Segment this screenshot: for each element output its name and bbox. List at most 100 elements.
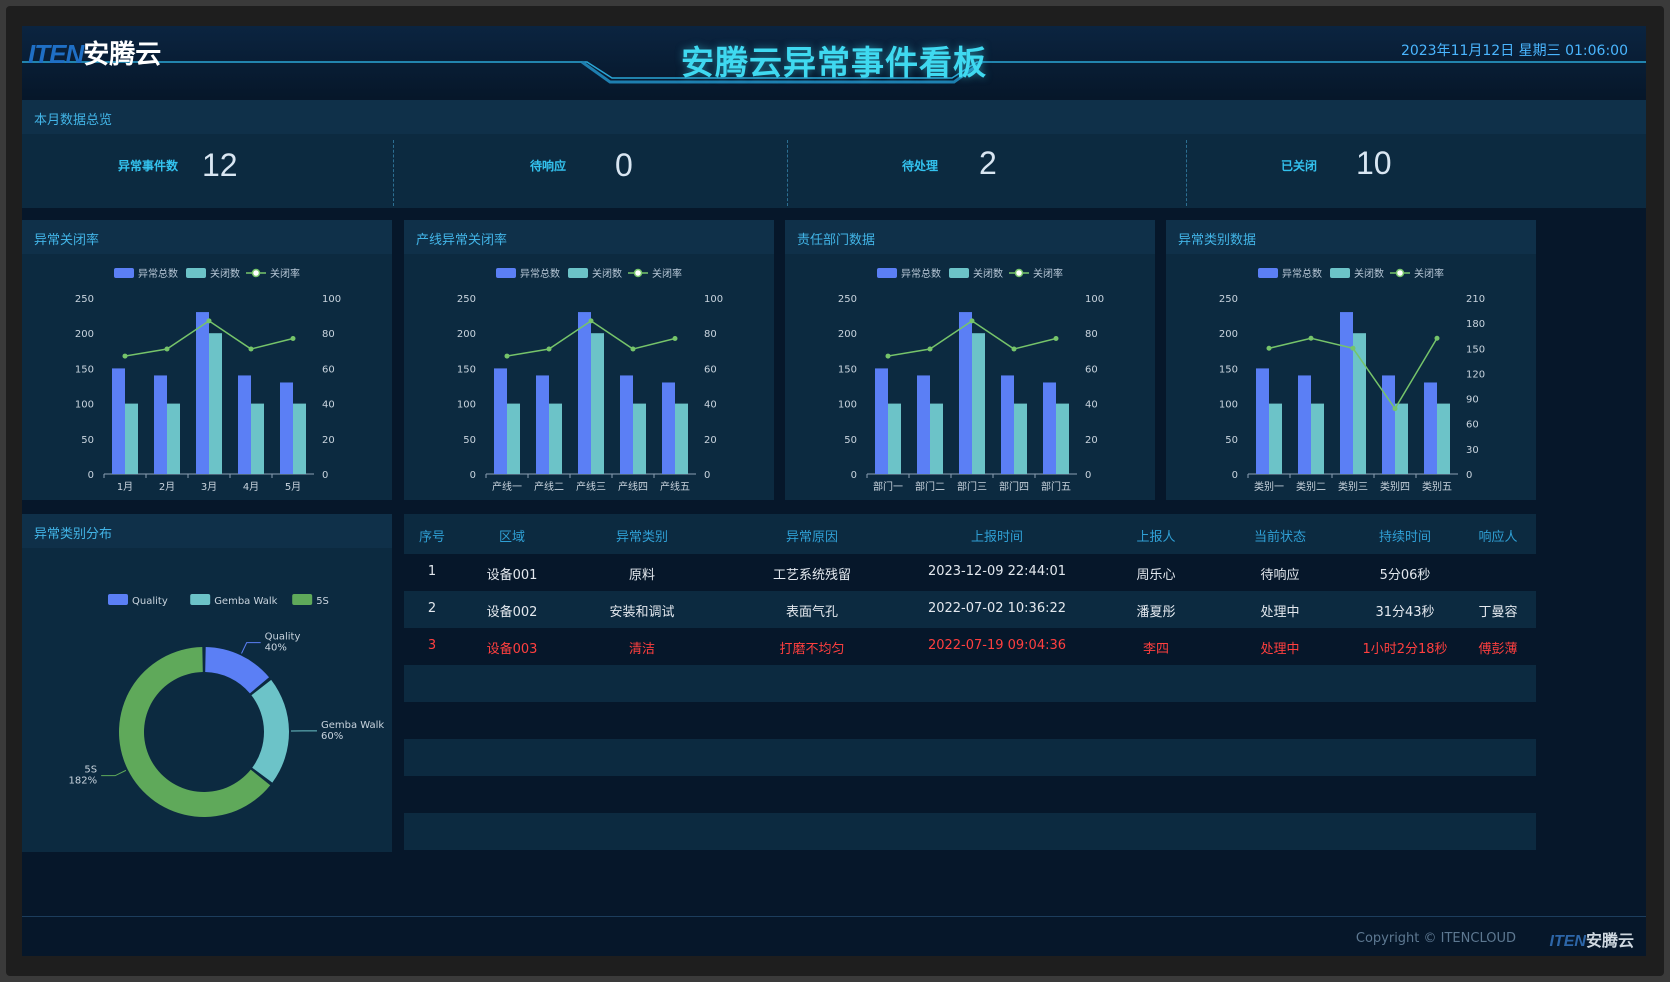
rate-point	[248, 346, 254, 352]
legend-label-total: 异常总数	[520, 267, 560, 280]
y-axis-left-tick: 0	[851, 470, 857, 481]
y-axis-left-tick: 150	[75, 364, 94, 375]
footer-logo-mark: ITEN	[1549, 933, 1586, 950]
table-cell: 原料	[628, 568, 655, 583]
table-header: 序号 区域 异常类别 异常原因 上报时间 上报人 当前状态 持续时间 响应人	[404, 514, 1536, 554]
table-row-empty	[404, 739, 1536, 776]
donut-slice-name: 5S	[84, 765, 97, 776]
legend-swatch-closed	[1330, 268, 1350, 278]
x-axis-label: 2月	[159, 481, 175, 493]
kpi-value-pending-process: 2	[979, 145, 997, 181]
y-axis-left-tick: 250	[457, 294, 476, 305]
x-axis-label: 4月	[243, 481, 259, 493]
rate-point	[504, 353, 510, 359]
kpi-label-pending-response: 待响应	[530, 159, 567, 173]
donut-slice-name: Gemba Walk	[321, 720, 384, 731]
bar-closed	[633, 403, 646, 474]
bar-closed	[167, 403, 180, 474]
footer: Copyright © ITENCLOUD ITEN安腾云	[22, 916, 1646, 956]
x-axis-label: 部门一	[873, 480, 903, 493]
chart-panel-closure-rate: 异常关闭率 异常总数 关闭数 关闭率 0 50 100 150 200 250 0 20 40 60 80…	[22, 220, 392, 500]
legend-swatch	[292, 594, 313, 605]
table-cell: 设备002	[486, 605, 538, 620]
table-row[interactable]: 2 设备002 安装和调试 表面气孔 2022-07-02 10:36:22 潘夏彤 处理中…	[404, 591, 1536, 628]
chart-title: 异常类别分布	[34, 527, 113, 542]
donut-slice	[205, 647, 270, 694]
y-axis-right-tick: 100	[1085, 294, 1104, 305]
chart-legend: 异常总数 关闭数 关闭率	[1258, 267, 1444, 280]
y-axis-left-tick: 200	[838, 329, 857, 340]
bar-closed	[293, 403, 306, 474]
rate-point	[927, 346, 933, 352]
y-axis-right-tick: 100	[704, 294, 723, 305]
bar-total	[112, 368, 125, 474]
y-axis-right-tick: 60	[1466, 420, 1479, 431]
rate-point	[546, 346, 552, 352]
legend-marker-rate	[633, 268, 643, 278]
y-axis-left-tick: 50	[844, 435, 857, 446]
kpi-value-pending-response: 0	[615, 147, 633, 183]
x-axis-label: 类别四	[1380, 480, 1410, 493]
bar-total	[578, 312, 591, 474]
rate-point	[672, 335, 678, 341]
y-axis-left-tick: 100	[1219, 400, 1238, 411]
rate-point	[1011, 346, 1017, 352]
legend-marker-rate	[251, 268, 261, 278]
chart-panel-header: 责任部门数据	[785, 220, 1155, 254]
top-bar: ITEN安腾云 安腾云异常事件看板 2023年11月12日 星期三 01:06:…	[22, 26, 1646, 98]
y-axis-right-tick: 180	[1466, 319, 1485, 330]
rate-point	[1308, 335, 1314, 341]
table-cell: 丁曼容	[1478, 605, 1518, 620]
bar-closed	[507, 403, 520, 474]
bar-closed	[1311, 403, 1324, 474]
x-axis-label: 类别二	[1296, 480, 1326, 493]
legend-label-total: 异常总数	[1282, 267, 1322, 280]
x-axis-label: 3月	[201, 481, 217, 493]
table-cell: 表面气孔	[785, 605, 838, 620]
legend-swatch-total	[496, 268, 516, 278]
legend-marker-rate	[1395, 268, 1405, 278]
table-cell: 5分06秒	[1379, 568, 1431, 583]
y-axis-right-tick: 0	[1466, 470, 1472, 481]
bar-closed	[972, 333, 985, 474]
overview-panel: 本月数据总览 异常事件数 12 待响应 0 待处理 2 已关闭 10	[22, 100, 1646, 208]
legend-swatch-total	[1258, 268, 1278, 278]
bar-total	[1424, 382, 1437, 474]
legend-label-rate: 关闭率	[1414, 267, 1444, 280]
bar-closed	[125, 403, 138, 474]
bar-closed	[930, 403, 943, 474]
overview-panel-header: 本月数据总览	[22, 100, 1646, 134]
chart-panel-department: 责任部门数据 异常总数 关闭数 关闭率 0 50 100 150 200 250 0 20 40 60 8…	[785, 220, 1155, 500]
legend-swatch	[108, 594, 128, 605]
x-axis-label: 1月	[117, 481, 133, 493]
closure-rate-chart: 异常总数 关闭数 关闭率 0 50 100 150 200 250 0 20 40 60 80 100 1月 2…	[75, 267, 341, 493]
legend-label-rate: 关闭率	[270, 267, 300, 280]
event-table: 序号 区域 异常类别 异常原因 上报时间 上报人 当前状态 持续时间 响应人 1 设备001 原料工…	[404, 514, 1536, 852]
legend-label-rate: 关闭率	[1033, 267, 1063, 280]
y-axis-right-tick: 60	[704, 364, 717, 375]
bar-total	[154, 375, 167, 474]
table-cell: 处理中	[1260, 605, 1300, 620]
table-cell: 清洁	[628, 642, 655, 657]
legend-label: Quality	[132, 596, 168, 607]
y-axis-left-tick: 250	[1219, 294, 1238, 305]
chart-legend: 异常总数 关闭数 关闭率	[877, 267, 1063, 280]
table-cell: 2022-07-19 09:04:36	[927, 638, 1067, 653]
table-header-cell: 异常原因	[785, 530, 838, 545]
rate-point	[206, 318, 212, 324]
table-row[interactable]: 1 设备001 原料 工艺系统残留 2023-12-09 22:44:01 周乐心 待响应 5…	[404, 554, 1536, 591]
kpi-label-pending-process: 待处理	[902, 159, 939, 173]
chart-panel-header: 异常类别分布	[22, 514, 392, 548]
legend-label-rate: 关闭率	[652, 267, 682, 280]
legend-label-closed: 关闭数	[1354, 267, 1384, 280]
y-axis-right-tick: 60	[1085, 364, 1098, 375]
table-header-cell: 上报人	[1136, 530, 1176, 545]
y-axis-right-tick: 20	[704, 435, 717, 446]
table-cell: 打磨不均匀	[779, 642, 845, 657]
legend-label-total: 异常总数	[901, 267, 941, 280]
chart-legend: 异常总数 关闭数 关闭率	[114, 267, 300, 280]
bar-total	[494, 368, 507, 474]
table-row-empty	[404, 702, 1536, 739]
table-header-cell: 区域	[498, 530, 525, 545]
table-row[interactable]: 3 设备003 清洁 打磨不均匀 2022-07-19 09:04:36 李四 处理中 1小时…	[404, 628, 1536, 665]
